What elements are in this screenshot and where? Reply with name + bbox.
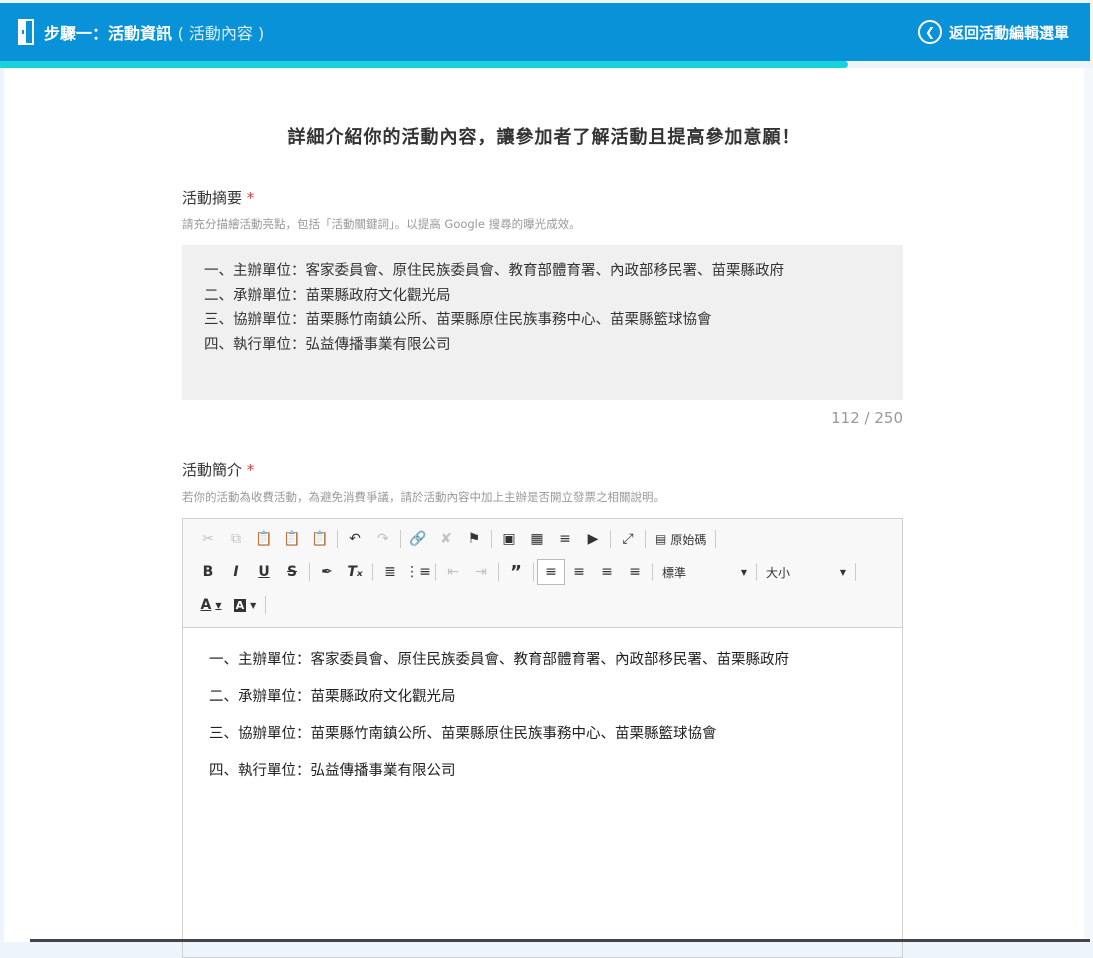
content-paragraph: 二、承辦單位：苗栗縣政府文化觀光局 (209, 689, 456, 705)
link-icon[interactable]: 🔗 (404, 526, 432, 552)
back-to-menu-button[interactable]: ❮ 返回活動編輯選單 (917, 20, 1069, 44)
strikethrough-icon[interactable]: S (278, 559, 306, 585)
door-icon (18, 19, 34, 45)
indent-icon[interactable]: ⇥ (467, 559, 495, 585)
anchor-flag-icon[interactable]: ⚑ (460, 526, 488, 552)
section-headline: 詳細介紹你的活動內容，讓參加者了解活動且提高參加意願！ (287, 127, 801, 148)
source-button[interactable]: ▤ 原始碼 (649, 526, 712, 552)
maximize-icon[interactable]: ⤢ (614, 526, 642, 552)
rich-text-editor: ✂ ⧉ 📋 📋 📋 ↶ ↷ 🔗 ✘ ⚑ ▣ ▦ ≡ ▶ ⤢ ▤ 原始碼 B I … (182, 518, 903, 958)
format-painter-icon[interactable]: ✒ (313, 559, 341, 585)
toolbar-separator (652, 563, 653, 581)
required-mark: * (246, 189, 255, 207)
format-dropdown[interactable]: 標準 ▼ (656, 559, 753, 585)
bold-icon[interactable]: B (194, 559, 222, 585)
source-label: 原始碼 (670, 532, 707, 547)
editor-content-area[interactable]: 一、主辦單位：客家委員會、原住民族委員會、教育部體育署、內政部移民署、苗栗縣政府… (183, 628, 902, 804)
content-paragraph: 一、主辦單位：客家委員會、原住民族委員會、教育部體育署、內政部移民署、苗栗縣政府 (209, 652, 789, 668)
toolbar-separator (400, 530, 401, 548)
background-color-icon[interactable]: A ▼ (228, 592, 262, 618)
back-label: 返回活動編輯選單 (948, 23, 1069, 42)
step-subtitle: ( 活動內容 ) (177, 24, 265, 43)
summary-line: 四、執行單位：弘益傳播事業有限公司 (204, 336, 451, 353)
summary-hint: 請充分描繪活動亮點，包括「活動關鍵詞」。以提高 Google 搜尋的曝光成效。 (182, 217, 581, 231)
horizontal-line-icon[interactable]: ≡ (551, 526, 579, 552)
content-paragraph: 三、協辦單位：苗栗縣竹南鎮公所、苗栗縣原住民族事務中心、苗栗縣籃球協會 (209, 726, 717, 742)
toolbar-separator (756, 563, 757, 581)
toolbar-separator (337, 530, 338, 548)
numbered-list-icon[interactable]: ≣ (376, 559, 404, 585)
toolbar-separator (372, 563, 373, 581)
font-size-dropdown[interactable]: 大小 ▼ (760, 559, 852, 585)
form-panel: 詳細介紹你的活動內容，讓參加者了解活動且提高參加意願！ 活動摘要 * 請充分描繪… (4, 68, 1084, 958)
character-counter: 112 / 250 (831, 409, 903, 427)
summary-line: 三、協辦單位：苗栗縣竹南鎮公所、苗栗縣原住民族事務中心、苗栗縣籃球協會 (204, 312, 712, 328)
align-justify-icon[interactable]: ≡ (621, 559, 649, 585)
toolbar-separator (610, 530, 611, 548)
required-mark: * (246, 461, 255, 479)
paste-icon[interactable]: 📋 (250, 526, 278, 552)
outdent-icon[interactable]: ⇤ (439, 559, 467, 585)
copy-icon[interactable]: ⧉ (222, 526, 250, 552)
intro-label: 活動簡介 * (182, 459, 254, 480)
toolbar-separator (435, 563, 436, 581)
table-icon[interactable]: ▦ (523, 526, 551, 552)
caret-down-icon: ▼ (839, 567, 846, 577)
blockquote-icon[interactable]: ” (502, 559, 530, 585)
toolbar-row-2: B I U S ✒ Tₓ ≣ ⋮≡ ⇤ ⇥ ” ≡ ≡ ≡ ≡ 標準 ▼ 大小 … (194, 559, 859, 585)
unlink-icon[interactable]: ✘ (432, 526, 460, 552)
toolbar-row-3: A ▼ A ▼ (194, 592, 269, 618)
toolbar-row-1: ✂ ⧉ 📋 📋 📋 ↶ ↷ 🔗 ✘ ⚑ ▣ ▦ ≡ ▶ ⤢ ▤ 原始碼 (194, 526, 719, 552)
bulleted-list-icon[interactable]: ⋮≡ (404, 559, 432, 585)
summary-line: 二、承辦單位：苗栗縣政府文化觀光局 (204, 287, 451, 304)
size-value: 大小 (766, 565, 791, 580)
toolbar-separator (309, 563, 310, 581)
toolbar-separator (533, 563, 534, 581)
paste-word-icon[interactable]: 📋 (306, 526, 334, 552)
editor-toolbar: ✂ ⧉ 📋 📋 📋 ↶ ↷ 🔗 ✘ ⚑ ▣ ▦ ≡ ▶ ⤢ ▤ 原始碼 B I … (183, 519, 902, 628)
summary-label-text: 活動摘要 (182, 189, 243, 207)
toolbar-separator (498, 563, 499, 581)
cut-icon[interactable]: ✂ (194, 526, 222, 552)
content-paragraph: 四、執行單位：弘益傳播事業有限公司 (209, 763, 456, 779)
intro-hint: 若你的活動為收費活動，為避免消費爭議，請於活動內容中加上主辦是否開立發票之相關說… (182, 490, 665, 504)
summary-line: 一、主辦單位：客家委員會、原住民族委員會、教育部體育署、內政部移民署、苗栗縣政府 (204, 263, 784, 279)
page-scrollbar[interactable] (1084, 68, 1093, 942)
header-bar: 步驟一：活動資訊 ( 活動內容 ) ❮ 返回活動編輯選單 (0, 3, 1090, 61)
summary-label: 活動摘要 * (182, 187, 254, 208)
progress-bar (0, 61, 849, 68)
toolbar-separator (715, 530, 717, 548)
remove-format-icon[interactable]: Tₓ (341, 559, 369, 585)
caret-down-icon: ▼ (740, 567, 747, 577)
align-right-icon[interactable]: ≡ (593, 559, 621, 585)
image-icon[interactable]: ▣ (495, 526, 523, 552)
text-color-icon[interactable]: A ▼ (194, 592, 228, 618)
toolbar-separator (265, 596, 266, 614)
page-title: 步驟一：活動資訊 ( 活動內容 ) (44, 20, 264, 44)
align-center-icon[interactable]: ≡ (565, 559, 593, 585)
undo-icon[interactable]: ↶ (341, 526, 369, 552)
toolbar-separator (855, 563, 856, 581)
toolbar-separator (645, 530, 646, 548)
summary-textarea[interactable]: 一、主辦單位：客家委員會、原住民族委員會、教育部體育署、內政部移民署、苗栗縣政府… (182, 245, 903, 400)
chevron-left-icon: ❮ (917, 20, 942, 44)
youtube-icon[interactable]: ▶ (579, 526, 607, 552)
source-icon: ▤ (655, 532, 667, 546)
intro-label-text: 活動簡介 (182, 461, 243, 479)
format-value: 標準 (662, 565, 687, 580)
step-title: 步驟一：活動資訊 (44, 24, 173, 43)
align-left-icon[interactable]: ≡ (537, 559, 565, 585)
italic-icon[interactable]: I (222, 559, 250, 585)
redo-icon[interactable]: ↷ (369, 526, 397, 552)
paste-text-icon[interactable]: 📋 (278, 526, 306, 552)
underline-icon[interactable]: U (250, 559, 278, 585)
toolbar-separator (491, 530, 492, 548)
